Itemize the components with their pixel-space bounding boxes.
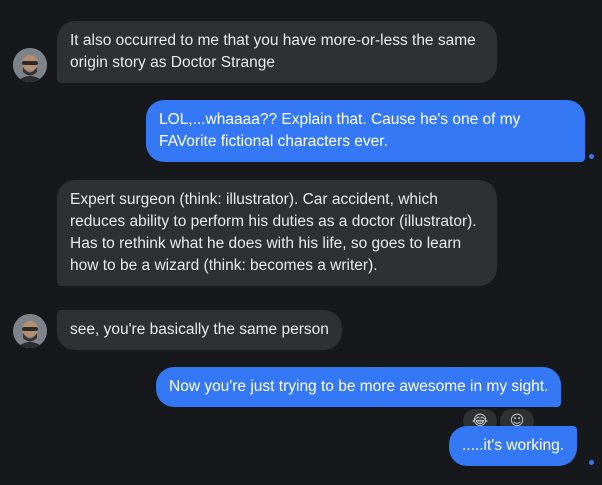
message-incoming[interactable]: see, you're basically the same person xyxy=(57,310,342,350)
message-outgoing[interactable]: Now you're just trying to be more awesom… xyxy=(156,367,562,407)
chat-thread: It also occurred to me that you have mor… xyxy=(0,0,602,485)
message-incoming[interactable]: Expert surgeon (think: illustrator). Car… xyxy=(57,180,497,286)
contact-avatar[interactable] xyxy=(13,314,47,348)
contact-avatar[interactable] xyxy=(13,48,47,82)
read-receipt-dot xyxy=(589,460,594,465)
message-incoming[interactable]: It also occurred to me that you have mor… xyxy=(57,21,497,83)
message-outgoing[interactable]: .....it's working. xyxy=(449,426,578,466)
read-receipt-dot xyxy=(589,154,594,159)
message-outgoing[interactable]: LOL,...whaaaa?? Explain that. Cause he's… xyxy=(146,100,585,162)
avatar-photo xyxy=(13,48,47,82)
avatar-photo xyxy=(13,314,47,348)
